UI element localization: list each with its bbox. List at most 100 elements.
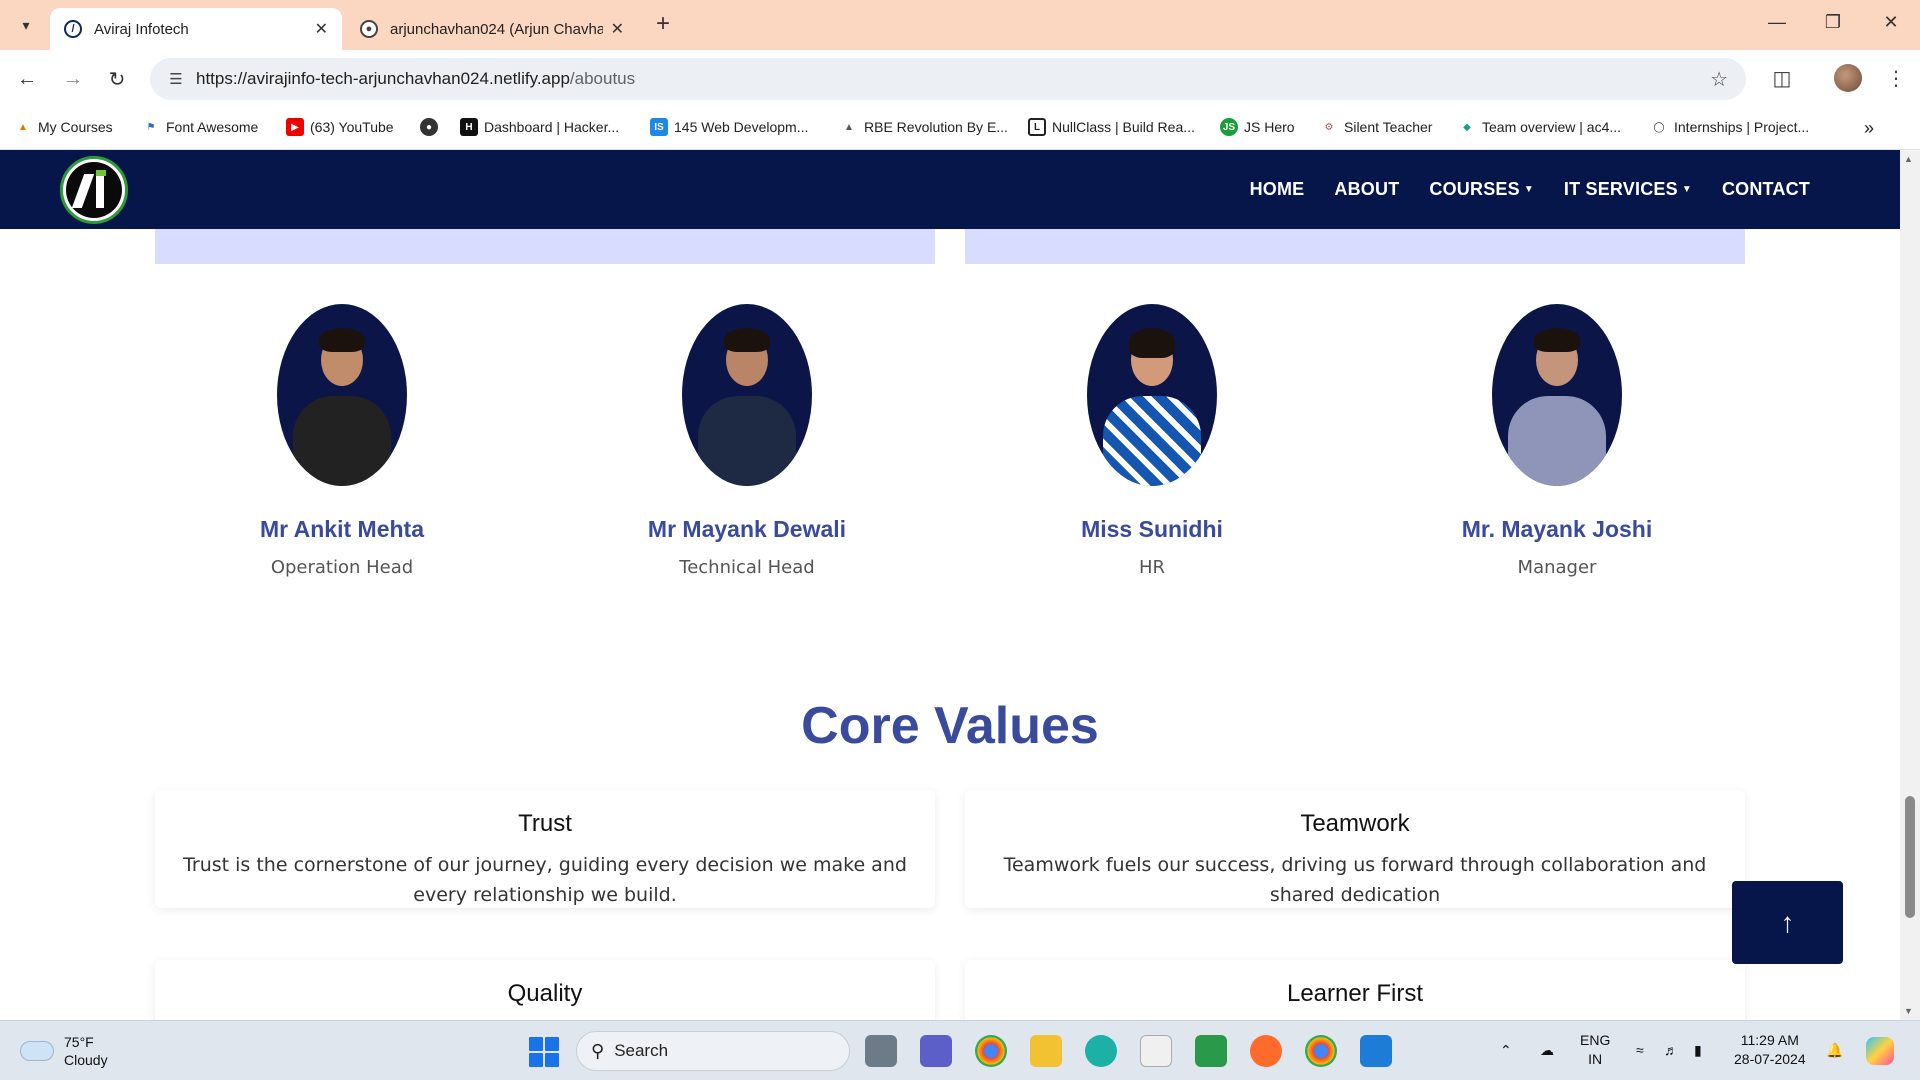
- chrome-icon[interactable]: [975, 1035, 1007, 1067]
- close-window-icon[interactable]: ✕: [1876, 12, 1906, 33]
- bookmark-item[interactable]: ▲ RBE Revolution By E...: [840, 118, 1008, 136]
- info-card-bottom: [965, 229, 1745, 264]
- edge-icon[interactable]: [1085, 1035, 1117, 1067]
- start-button[interactable]: [529, 1037, 559, 1067]
- hackerrank-icon: H: [460, 118, 478, 136]
- clock-time: 11:29 AM: [1740, 1032, 1799, 1048]
- tray-chevron-icon[interactable]: ⌃: [1500, 1041, 1512, 1060]
- team-photo: [1087, 304, 1217, 486]
- bookmark-label: Silent Teacher: [1344, 119, 1433, 135]
- bookmark-item[interactable]: L NullClass | Build Rea...: [1028, 118, 1195, 136]
- team-photo: [277, 304, 407, 486]
- bookmark-star-icon[interactable]: ☆: [1710, 67, 1728, 92]
- bookmark-item[interactable]: ◯ Internships | Project...: [1650, 118, 1809, 136]
- team-member-role: Operation Head: [270, 557, 414, 578]
- scroll-to-top-button[interactable]: ↑: [1732, 881, 1843, 964]
- battery-icon[interactable]: ▮: [1694, 1041, 1702, 1060]
- site-info-icon[interactable]: ☰: [156, 70, 196, 88]
- page-viewport: HOME ABOUT COURSES ▼ IT SERVICES ▼ CONTACT…: [0, 150, 1920, 1020]
- diamond-icon: ◆: [1463, 121, 1471, 133]
- scroll-down-icon[interactable]: ▼: [1904, 1006, 1913, 1016]
- aviraj-favicon-icon: /: [64, 20, 82, 38]
- nav-contact[interactable]: CONTACT: [1722, 179, 1810, 200]
- url-path: /aboutus: [569, 69, 636, 88]
- lang-top: ENG: [1580, 1032, 1611, 1048]
- bookmark-item[interactable]: IS 145 Web Developm...: [650, 118, 808, 136]
- courses-icon: ▲: [18, 121, 28, 133]
- lang-bottom: IN: [1588, 1051, 1603, 1067]
- tab-github[interactable]: ● arjunchavhan024 (Arjun Chavhan) ✕: [346, 8, 638, 50]
- page-scrollbar[interactable]: ▲ ▼: [1900, 150, 1920, 1020]
- value-card-trust: Trust Trust is the cornerstone of our jo…: [155, 790, 935, 908]
- tab-search-button[interactable]: ▾: [10, 9, 42, 41]
- bookmark-item[interactable]: ⚑ Font Awesome: [142, 118, 259, 136]
- bookmark-label: NullClass | Build Rea...: [1052, 119, 1195, 135]
- bookmark-item[interactable]: ◆ Team overview | ac4...: [1458, 118, 1621, 136]
- bookmarks-bar: ▲ My Courses ⚑ Font Awesome ▶ (63) YouTube …: [0, 108, 1920, 150]
- firefox-icon[interactable]: [1250, 1035, 1282, 1067]
- meet-icon[interactable]: [1195, 1035, 1227, 1067]
- clock-date: 28-07-2024: [1734, 1051, 1806, 1067]
- scroll-up-icon[interactable]: ▲: [1904, 154, 1913, 164]
- nav-it-services-label: IT SERVICES: [1563, 179, 1678, 199]
- bookmark-item[interactable]: ▲ My Courses: [14, 118, 113, 136]
- close-tab-icon[interactable]: ✕: [611, 19, 624, 39]
- forward-icon[interactable]: →: [58, 64, 88, 94]
- weather-widget[interactable]: 75°F Cloudy: [20, 1033, 108, 1069]
- logo-mark-icon: [66, 162, 122, 218]
- file-explorer-icon[interactable]: [1030, 1035, 1062, 1067]
- caret-down-icon: ▼: [1523, 184, 1534, 195]
- back-icon[interactable]: ←: [12, 64, 42, 94]
- language-indicator[interactable]: ENG IN: [1580, 1031, 1610, 1069]
- teams-icon[interactable]: [920, 1035, 952, 1067]
- info-card-bottom: [155, 229, 935, 264]
- search-label: Search: [614, 1041, 669, 1060]
- value-description: Teamwork fuels our success, driving us f…: [1003, 854, 1707, 906]
- nav-courses[interactable]: COURSES ▼: [1429, 179, 1534, 200]
- nav-courses-label: COURSES: [1429, 179, 1520, 199]
- taskbar-search[interactable]: ⚲ Search: [576, 1031, 850, 1071]
- scroll-thumb[interactable]: [1905, 796, 1915, 918]
- aviraj-logo[interactable]: [60, 156, 128, 224]
- bookmark-item[interactable]: ⚙ Silent Teacher: [1320, 118, 1433, 136]
- new-tab-button[interactable]: +: [650, 10, 676, 38]
- reload-icon[interactable]: ↻: [102, 64, 132, 94]
- bookmark-label: Dashboard | Hacker...: [484, 119, 620, 135]
- address-bar[interactable]: ☰ https://avirajinfo-tech-arjunchavhan02…: [150, 58, 1746, 100]
- more-bookmarks-icon[interactable]: »: [1864, 118, 1874, 139]
- tab-title: Aviraj Infotech: [94, 20, 189, 38]
- tab-title: arjunchavhan024 (Arjun Chavhan): [390, 20, 603, 38]
- tab-aviraj-infotech[interactable]: / Aviraj Infotech ✕: [50, 8, 342, 50]
- wifi-icon[interactable]: ≈: [1636, 1041, 1644, 1060]
- onedrive-icon[interactable]: ☁: [1540, 1041, 1554, 1060]
- team-member-card: Mr Ankit Mehta Operation Head: [162, 304, 522, 578]
- task-view-icon[interactable]: [865, 1035, 897, 1067]
- menu-kebab-icon[interactable]: ⋮: [1882, 66, 1910, 91]
- search-icon: ⚲: [591, 1040, 605, 1061]
- clock[interactable]: 11:29 AM 28-07-2024: [1734, 1031, 1806, 1069]
- copilot-icon[interactable]: [1866, 1037, 1894, 1065]
- minimize-icon[interactable]: —: [1762, 12, 1792, 33]
- vscode-icon[interactable]: [1360, 1035, 1392, 1067]
- close-tab-icon[interactable]: ✕: [315, 19, 328, 39]
- store-icon[interactable]: [1140, 1035, 1172, 1067]
- bookmark-label: JS Hero: [1244, 119, 1295, 135]
- team-member-name: Mr. Mayank Joshi: [1461, 516, 1653, 542]
- chrome-active-icon[interactable]: [1305, 1035, 1337, 1067]
- value-title: Teamwork: [1300, 810, 1410, 837]
- bookmark-item[interactable]: JS JS Hero: [1220, 118, 1295, 136]
- nav-about[interactable]: ABOUT: [1334, 179, 1399, 200]
- team-member-name: Mr Mayank Dewali: [647, 516, 847, 542]
- nav-it-services[interactable]: IT SERVICES ▼: [1564, 179, 1692, 200]
- value-title: Learner First: [1286, 980, 1424, 1007]
- is-icon: IS: [650, 118, 668, 136]
- bookmark-item[interactable]: ●: [420, 118, 444, 136]
- notification-bell-icon[interactable]: 🔔: [1826, 1041, 1843, 1060]
- volume-icon[interactable]: ♬: [1664, 1041, 1678, 1060]
- bookmark-item[interactable]: ▶ (63) YouTube: [286, 118, 394, 136]
- restore-icon[interactable]: ❐: [1818, 12, 1848, 33]
- extensions-icon[interactable]: ◫: [1768, 66, 1796, 91]
- nav-home[interactable]: HOME: [1250, 179, 1305, 200]
- bookmark-item[interactable]: H Dashboard | Hacker...: [460, 118, 619, 136]
- profile-avatar[interactable]: [1834, 64, 1862, 92]
